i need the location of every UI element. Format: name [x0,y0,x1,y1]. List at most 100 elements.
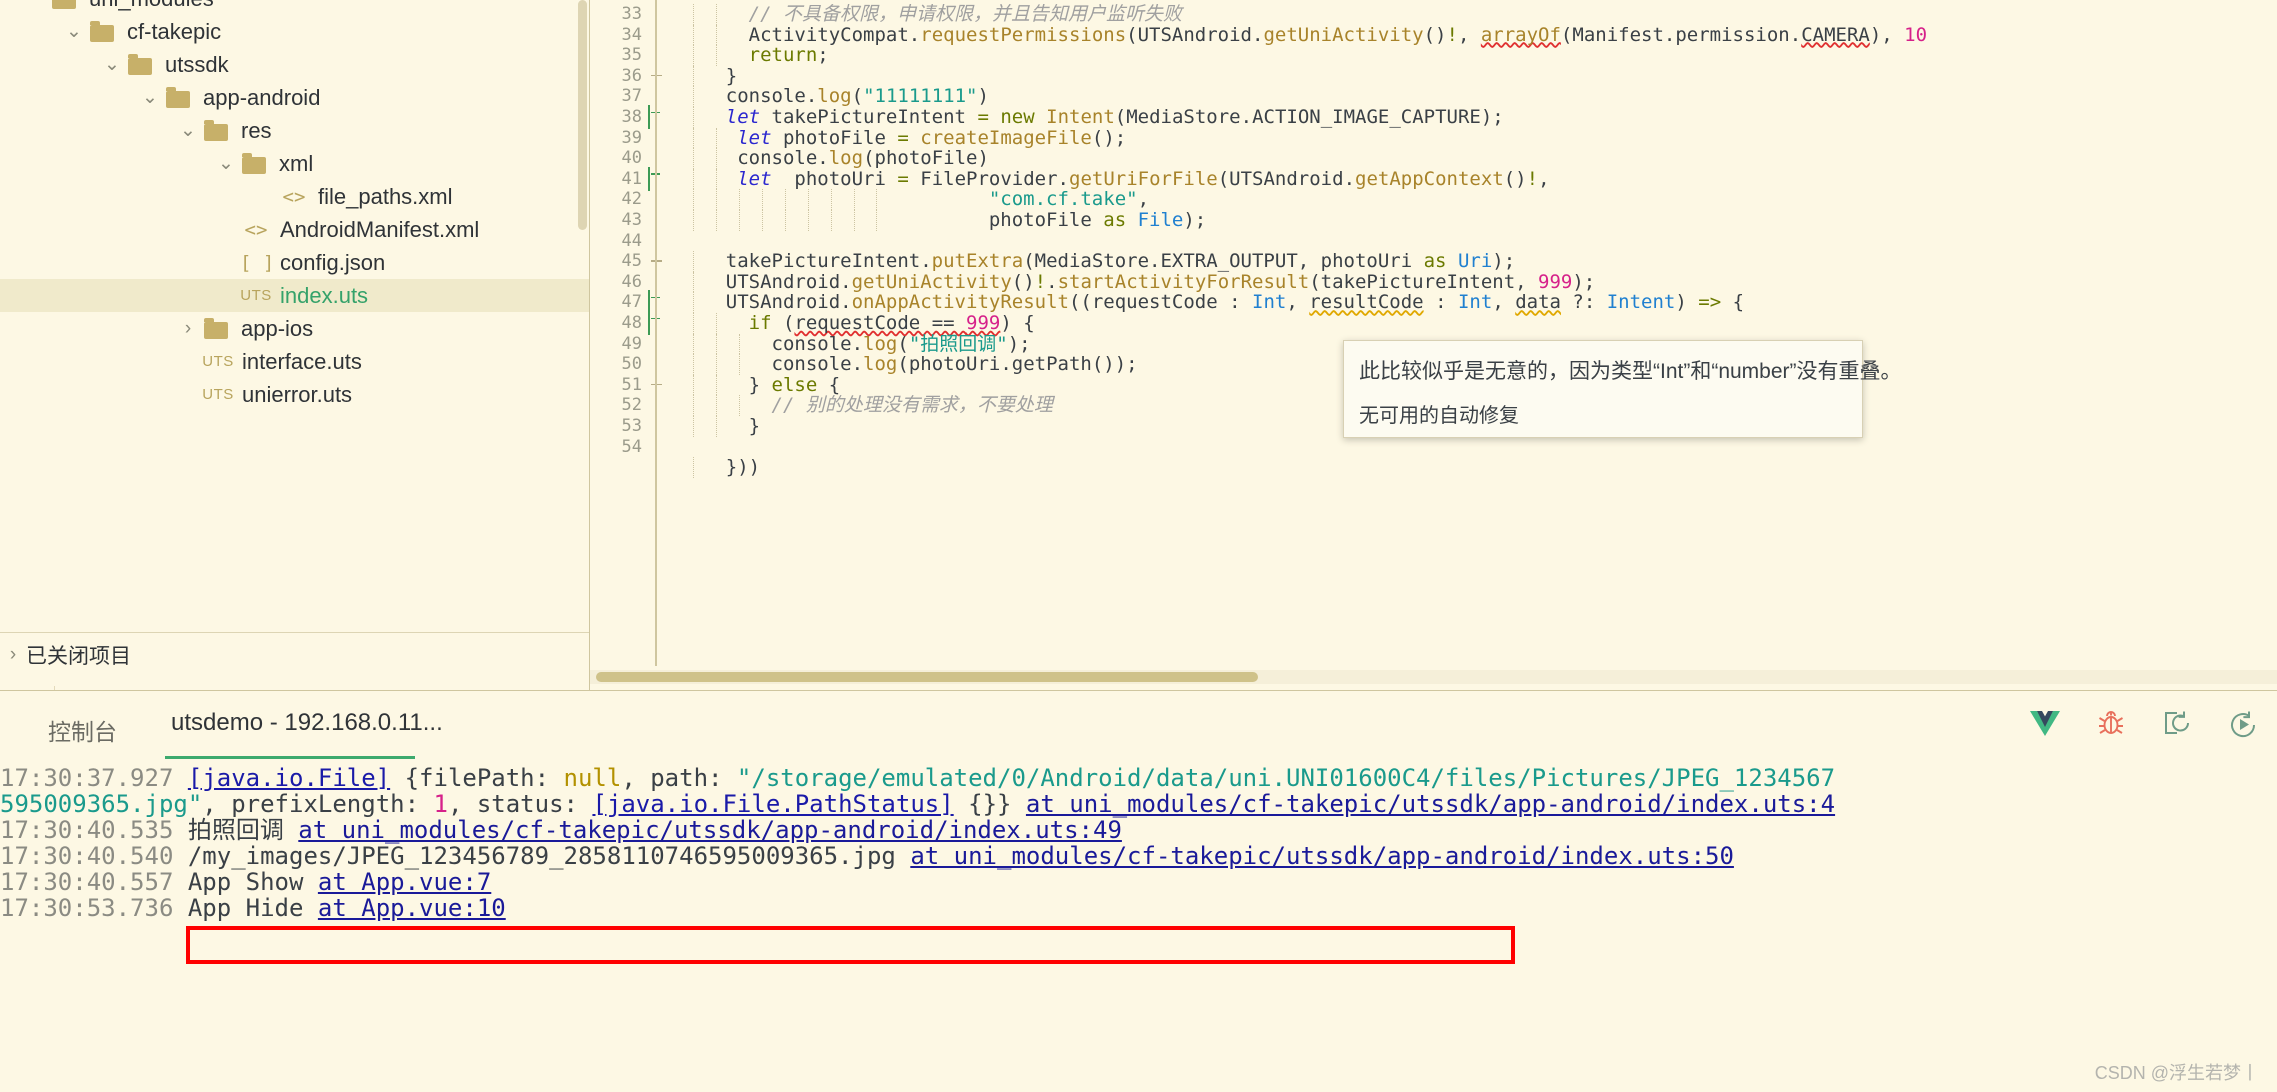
console-toolbar[interactable] [2025,703,2263,743]
tooltip-action: 无可用的自动修复 [1359,405,1519,427]
project-explorer-sidebar: uni_modules⌄cf-takepic⌄utssdk⌄app-androi… [0,0,589,730]
play-refresh-icon[interactable] [2223,703,2263,743]
tree-item-file-paths-xml[interactable]: <> file_paths.xml [0,180,589,213]
log-text: 17:30:37.927 [0,765,188,792]
chevron-right-icon[interactable]: › [174,318,202,340]
log-link[interactable]: [java.io.File] [188,765,390,792]
line-number: 52 [621,395,642,416]
code-line[interactable]: 44 [590,231,2277,252]
tree-item-uni-modules[interactable]: uni_modules [0,0,589,15]
console-log-line: 17:30:40.540 /my_images/JPEG_123456789_2… [0,843,2277,869]
editor-horizontal-scrollbar[interactable] [590,670,2277,684]
code-line[interactable]: 34 ActivityCompat.requestPermissions(UTS… [590,24,2277,46]
code-line[interactable]: 36 } [590,65,2277,87]
code-text: return; [748,44,829,67]
code-line[interactable]: 33 // 不具备权限，申请权限，并且告知用户监听失败 [590,4,2277,25]
diagnostic-tooltip: 此比较似乎是无意的，因为类型“Int”和“number”没有重叠。 无可用的自动… [1343,340,1902,438]
folder-icon [164,86,194,109]
code-line[interactable]: 35 return; [590,45,2277,66]
folder-icon [202,119,232,142]
sidebar-scrollbar[interactable] [578,0,587,230]
tree-item-res[interactable]: ⌄ res [0,114,589,147]
code-text: if (requestCode == 999) { [748,312,1035,334]
code-line[interactable]: 41 let photoUri = FileProvider.getUriFor… [590,166,2277,191]
chevron-down-icon[interactable]: ⌄ [98,53,126,76]
tree-item-interface-uts[interactable]: UTS interface.uts [0,345,589,378]
code-line[interactable]: 47 UTSAndroid.onAppActivityResult((reque… [590,290,2277,315]
tree-item-index-uts[interactable]: UTS index.uts [0,279,589,312]
code-line[interactable]: 43 photoFile as File); [590,210,2277,231]
code-text: let photoFile = createImageFile(); [737,126,1127,149]
tree-item-app-ios[interactable]: › app-ios [0,312,589,345]
code-line[interactable]: 48 if (requestCode == 999) { [590,311,2277,335]
console-header: 控制台 utsdemo - 192.168.0.11... [0,691,2277,765]
code-line[interactable]: })) [590,457,2277,478]
clear-console-icon[interactable] [2157,703,2197,743]
log-text: 17:30:40.535 [0,816,188,844]
log-text: null [563,765,622,792]
log-link[interactable]: at App.vue:7 [318,868,491,896]
fold-marker-icon [648,375,666,393]
code-editor[interactable]: 33 // 不具备权限，申请权限，并且告知用户监听失败 34 ActivityCo… [589,0,2277,690]
fold-toggle-icon[interactable] [648,311,666,335]
log-text: /my_images/JPEG_123456789_28581107465950… [187,842,911,870]
chevron-down-icon[interactable]: ⌄ [60,20,88,43]
code-line[interactable]: 40 console.log(photoFile) [590,148,2277,169]
log-link[interactable]: [java.io.File.PathStatus] [592,790,953,818]
line-number: 39 [621,127,642,148]
tree-item-label: xml [279,150,314,176]
log-link[interactable]: at uni_modules/cf-takepic/utssdk/app-and… [298,816,1122,844]
code-line[interactable]: 46 UTSAndroid.getUniActivity()!.startAct… [590,271,2277,293]
code-lines[interactable]: 33 // 不具备权限，申请权限，并且告知用户监听失败 34 ActivityCo… [590,0,2277,666]
tree-item-label: index.uts [280,282,369,308]
tree-item-unierror-uts[interactable]: UTS unierror.uts [0,378,589,411]
line-number: 41 [621,168,642,189]
fold-toggle-icon[interactable] [648,290,666,315]
project-file-tree[interactable]: uni_modules⌄cf-takepic⌄utssdk⌄app-androi… [0,0,589,632]
log-link[interactable]: at uni_modules/cf-takepic/utssdk/app-and… [910,842,1734,870]
line-number: 43 [621,210,642,230]
chevron-down-icon[interactable]: ⌄ [212,152,240,175]
code-text: })) [680,456,761,479]
code-line[interactable]: 38 let takePictureIntent = new Intent(Me… [590,105,2277,129]
tree-item-xml[interactable]: ⌄ xml [0,147,589,180]
code-text: let takePictureIntent = new Intent(Media… [725,106,1504,128]
line-number: 49 [621,333,642,354]
console-log-output[interactable]: 17:30:37.927 [java.io.File] {filePath: n… [0,765,2277,1092]
log-text: 595009365.jpg" [0,790,203,818]
fold-marker-icon [648,251,666,269]
code-line[interactable]: 54 [590,437,2277,458]
fold-toggle-icon[interactable] [648,166,666,191]
tree-item-cf-takepic[interactable]: ⌄ cf-takepic [0,15,589,48]
log-text: 17:30:40.557 [0,868,188,896]
code-line[interactable]: 45 takePictureIntent.putExtra(MediaStore… [590,251,2277,272]
code-text: let photoUri = FileProvider.getUriForFil… [737,167,1550,190]
console-log-line: 17:30:40.557 App Show at App.vue:7 [0,869,2277,895]
tree-item-app-android[interactable]: ⌄ app-android [0,81,589,114]
chevron-down-icon[interactable]: ⌄ [174,119,202,142]
folder-icon [240,152,270,175]
console-panel: 控制台 utsdemo - 192.168.0.11... 17:30:37.9… [0,690,2277,1092]
tree-item-androidmanifest-xml[interactable]: <> AndroidManifest.xml [0,213,589,246]
closed-projects-label: 已关闭项目 [26,645,131,668]
tree-item-label: interface.uts [242,348,362,374]
code-line[interactable]: 42 "com.cf.take", [590,189,2277,210]
vue-logo-icon[interactable] [2025,703,2065,743]
log-link[interactable]: at uni_modules/cf-takepic/utssdk/app-and… [1026,790,1835,818]
code-line[interactable]: 37 console.log("11111111") [590,86,2277,107]
tree-item-utssdk[interactable]: ⌄ utssdk [0,48,589,81]
line-number: 37 [621,86,642,107]
chevron-down-icon[interactable]: ⌄ [136,86,164,109]
code-line[interactable]: 39 let photoFile = createImageFile(); [590,126,2277,149]
log-text: 拍照回调 [187,816,299,844]
console-device-tab[interactable]: utsdemo - 192.168.0.11... [165,709,449,759]
tree-item-config-json[interactable]: [ ] config.json [0,246,589,279]
folder-icon [88,20,118,43]
line-number: 38 [621,107,642,127]
tree-item-label: res [241,117,272,143]
log-link[interactable]: at App.vue:10 [318,894,506,922]
bug-icon[interactable] [2091,703,2131,743]
closed-projects-section[interactable]: › 已关闭项目 [0,632,589,677]
fold-toggle-icon[interactable] [648,105,666,129]
scrollbar-thumb[interactable] [596,672,1258,682]
